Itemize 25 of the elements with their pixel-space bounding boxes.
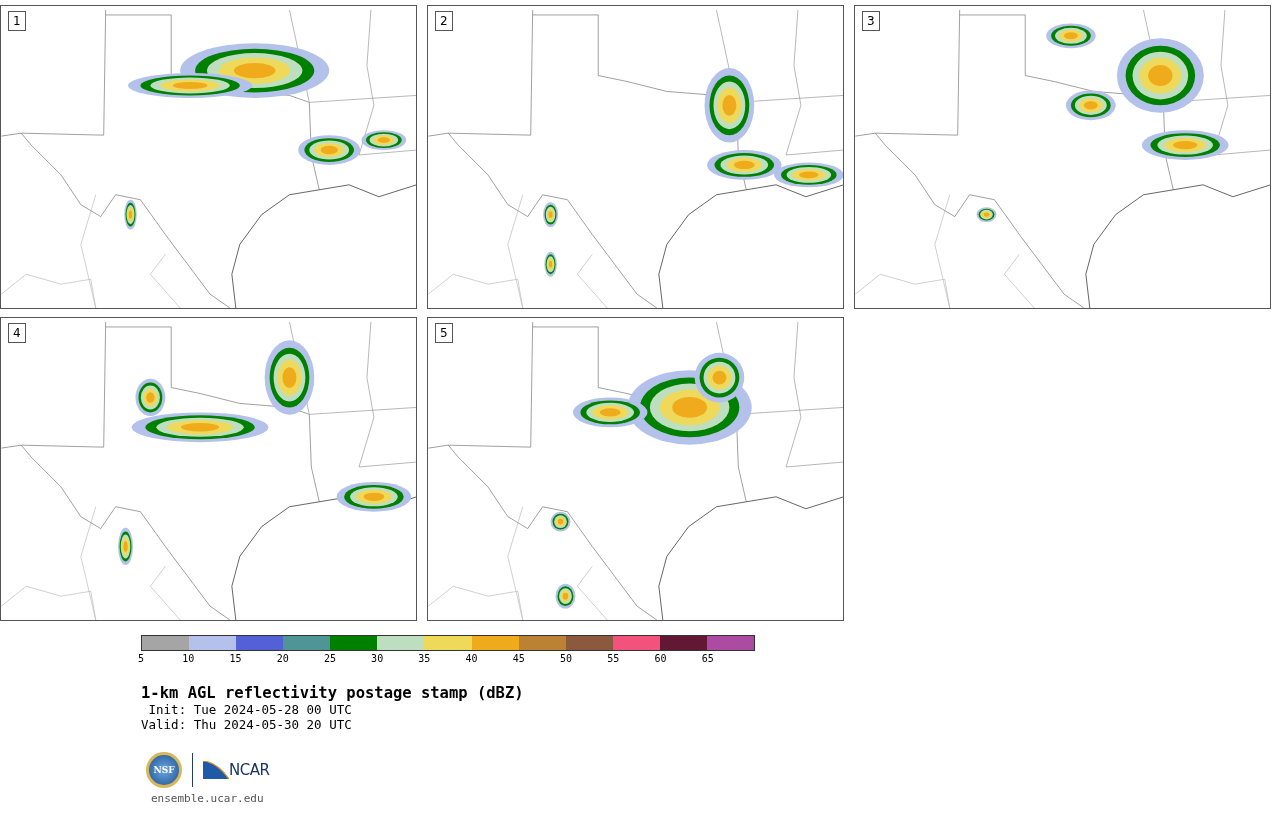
scale-tick-label: 15 — [229, 653, 242, 665]
scale-tick-label: 40 — [465, 653, 478, 665]
plot-title: 1-km AGL reflectivity postage stamp (dBZ) — [141, 684, 525, 702]
panel-number: 4 — [8, 323, 26, 343]
scale-tick-label: 35 — [418, 653, 431, 665]
site-url: ensemble.ucar.edu — [151, 792, 265, 805]
nsf-logo: NSF — [146, 752, 182, 788]
scale-tick-label: 50 — [560, 653, 573, 665]
valid-time: Valid: Thu 2024-05-30 20 UTC — [141, 717, 353, 732]
ncar-swoosh-icon — [203, 761, 229, 779]
ncar-logo: NCAR — [229, 761, 270, 779]
scale-tick-label: 30 — [371, 653, 384, 665]
panel-number: 2 — [435, 11, 453, 31]
scale-tick-label: 20 — [276, 653, 289, 665]
scale-tick-label: 45 — [512, 653, 525, 665]
scale-tick-label: 55 — [607, 653, 620, 665]
scale-tick-label: 60 — [654, 653, 667, 665]
scale-tick-label: 5 — [138, 653, 144, 665]
panel-number: 5 — [435, 323, 453, 343]
init-time: Init: Tue 2024-05-28 00 UTC — [147, 702, 353, 717]
scale-tick-label: 10 — [182, 653, 195, 665]
scale-tick-label: 25 — [323, 653, 336, 665]
panel-number: 3 — [862, 11, 880, 31]
scale-tick-label: 65 — [701, 653, 714, 665]
panel-number: 1 — [8, 11, 26, 31]
